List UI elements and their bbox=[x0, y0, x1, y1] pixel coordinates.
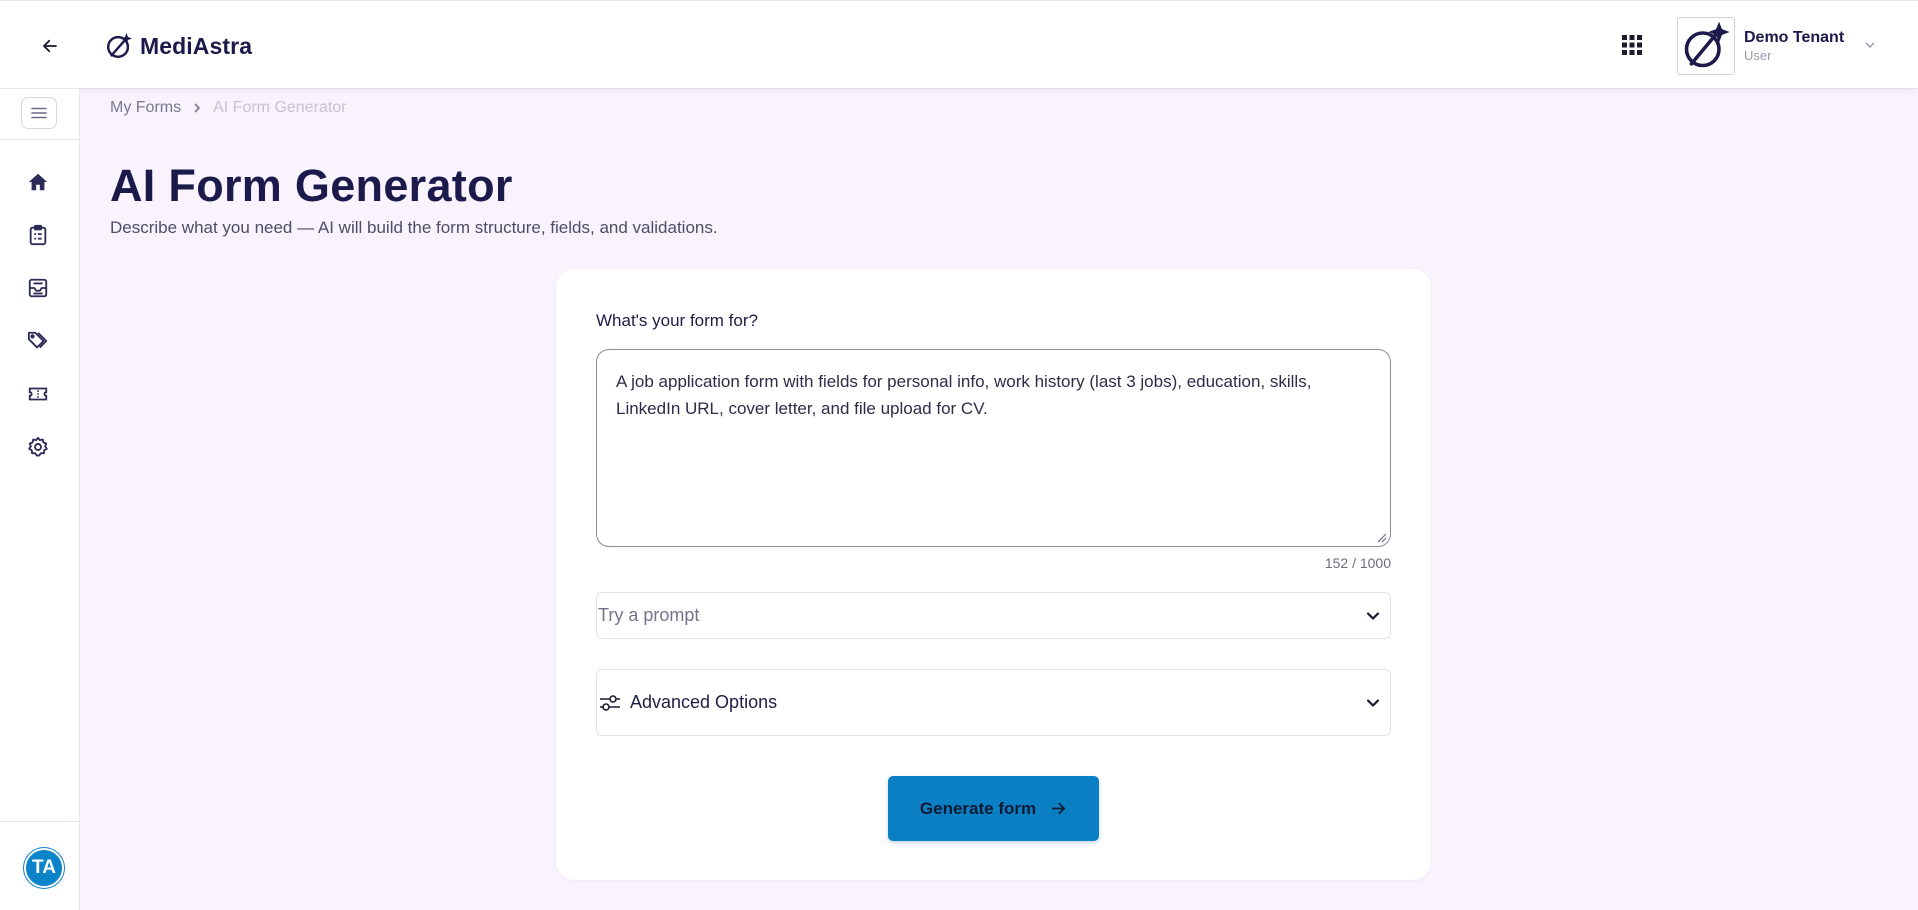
home-icon bbox=[28, 173, 48, 191]
chevron-down-icon bbox=[1366, 698, 1380, 707]
character-count: 152 / 1000 bbox=[1324, 555, 1391, 571]
gear-icon bbox=[28, 436, 48, 457]
avatar bbox=[1677, 17, 1735, 75]
brand-logo[interactable]: MediAstra bbox=[104, 31, 252, 61]
sidebar-item-tags[interactable] bbox=[20, 323, 56, 359]
breadcrumb-item-my-forms[interactable]: My Forms bbox=[110, 99, 181, 117]
mediastra-logo-icon bbox=[107, 32, 133, 58]
try-prompt-select[interactable]: Try a prompt bbox=[596, 592, 1391, 639]
inbox-icon bbox=[28, 278, 48, 298]
profile-avatar[interactable]: TA bbox=[24, 848, 64, 888]
sidebar: TA bbox=[0, 89, 80, 910]
breadcrumb-item-current: AI Form Generator bbox=[213, 99, 347, 116]
chevron-right-icon bbox=[194, 103, 201, 113]
menu-icon bbox=[31, 107, 47, 119]
sidebar-toggle-button[interactable] bbox=[21, 97, 57, 129]
ticket-icon bbox=[28, 387, 48, 401]
brand-name: MediAstra bbox=[140, 32, 253, 59]
astra-logo-icon bbox=[1684, 21, 1730, 68]
try-prompt-placeholder: Try a prompt bbox=[598, 605, 700, 625]
chevron-down-icon bbox=[1366, 611, 1380, 620]
sidebar-item-home[interactable] bbox=[20, 164, 56, 200]
grid-icon bbox=[1622, 35, 1642, 55]
page-title: AI Form Generator bbox=[110, 160, 513, 211]
clipboard-icon bbox=[29, 224, 47, 246]
form-generator-card: What's your form for? A job application … bbox=[556, 269, 1431, 880]
sidebar-divider bbox=[0, 139, 80, 140]
apps-launcher-button[interactable] bbox=[1618, 31, 1646, 59]
user-menu[interactable]: Demo Tenant User bbox=[1677, 17, 1876, 75]
page-subtitle: Describe what you need — AI will build t… bbox=[110, 218, 718, 237]
back-button[interactable] bbox=[30, 26, 70, 66]
sidebar-item-tickets[interactable] bbox=[20, 376, 56, 412]
resize-handle-icon[interactable] bbox=[1377, 533, 1387, 543]
sidebar-item-forms[interactable] bbox=[20, 217, 56, 253]
prompt-text: A job application form with fields for p… bbox=[616, 372, 1312, 418]
prompt-label: What's your form for? bbox=[596, 311, 758, 330]
tags-icon bbox=[27, 331, 48, 349]
sidebar-item-settings[interactable] bbox=[20, 429, 56, 465]
sidebar-item-submissions[interactable] bbox=[20, 270, 56, 306]
sidebar-divider bbox=[0, 821, 80, 822]
generate-form-button[interactable]: Generate form bbox=[888, 776, 1099, 841]
arrow-left-icon bbox=[43, 39, 57, 53]
breadcrumb: My Forms AI Form Generator bbox=[110, 99, 346, 117]
user-name: Demo Tenant bbox=[1744, 29, 1845, 46]
top-header: MediAstra Demo Tenant User bbox=[0, 0, 1918, 89]
prompt-textarea[interactable]: A job application form with fields for p… bbox=[596, 349, 1391, 547]
generate-form-label: Generate form bbox=[919, 798, 1037, 818]
arrow-right-icon bbox=[1052, 802, 1066, 815]
user-role: User bbox=[1744, 48, 1772, 63]
advanced-options-toggle[interactable]: Advanced Options bbox=[596, 669, 1391, 736]
advanced-options-label: Advanced Options bbox=[630, 692, 778, 712]
chevron-down-icon bbox=[1865, 42, 1875, 49]
sliders-icon bbox=[600, 694, 620, 711]
